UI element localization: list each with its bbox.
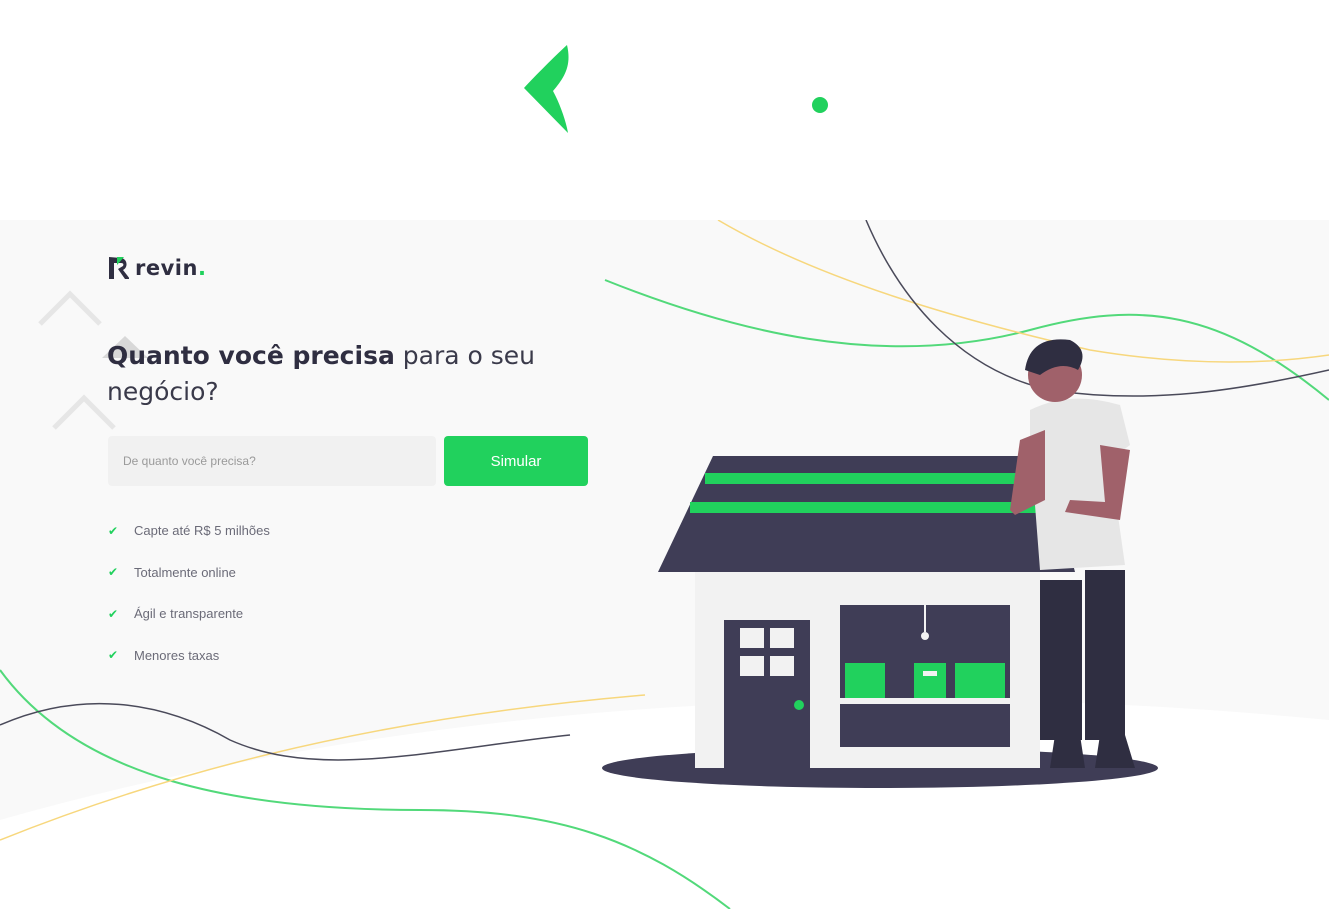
- benefit-label: Totalmente online: [134, 564, 236, 580]
- benefit-item: ✔ Capte até R$ 5 milhões: [108, 510, 270, 552]
- benefit-label: Menores taxas: [134, 647, 220, 663]
- check-icon: ✔: [108, 565, 119, 580]
- benefit-item: ✔ Menores taxas: [108, 635, 270, 677]
- logo-dot-icon: [812, 97, 828, 113]
- benefits-list: ✔ Capte até R$ 5 milhões ✔ Totalmente onli…: [108, 510, 270, 676]
- hero-headline: Quanto você precisa para o seu negócio?: [107, 338, 587, 410]
- brand-name: revin: [135, 256, 198, 280]
- check-icon: ✔: [108, 648, 119, 663]
- amount-input[interactable]: [108, 436, 436, 486]
- revin-logo-mark-icon: [109, 257, 129, 279]
- simulate-button[interactable]: Simular: [444, 436, 588, 486]
- top-brand-logo: [524, 45, 828, 133]
- check-icon: ✔: [108, 523, 119, 538]
- brand-wordmark: revin.: [135, 256, 206, 280]
- revin-logo-mark-icon: [524, 45, 569, 133]
- brand-dot: .: [197, 256, 207, 280]
- hero-section: revin. Quanto você precisa para o seu ne…: [0, 220, 1329, 909]
- header-logo[interactable]: revin.: [107, 255, 206, 281]
- benefit-item: ✔ Totalmente online: [108, 552, 270, 594]
- benefit-item: ✔ Ágil e transparente: [108, 593, 270, 635]
- headline-bold: Quanto você precisa: [107, 341, 395, 370]
- benefit-label: Ágil e transparente: [134, 606, 244, 622]
- benefit-label: Capte até R$ 5 milhões: [134, 523, 270, 539]
- decor-chevron-icon: [38, 290, 102, 326]
- check-icon: ✔: [108, 606, 119, 621]
- person-with-store-illustration: [602, 339, 1158, 788]
